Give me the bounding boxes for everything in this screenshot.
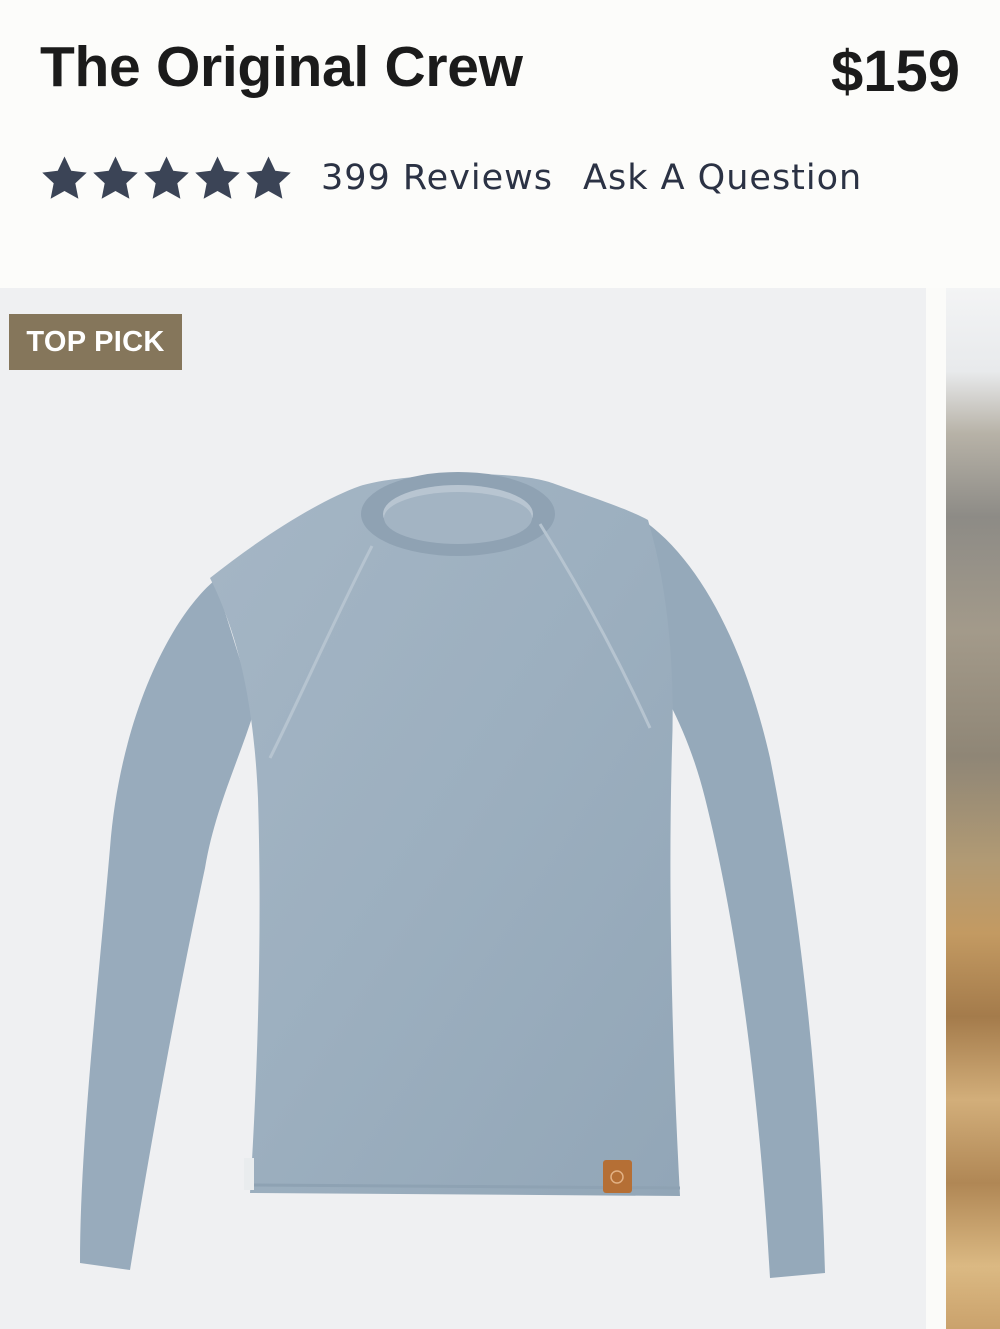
reviews-link[interactable]: 399 Reviews [321,158,553,198]
product-image-carousel[interactable]: TOP PICK [0,288,1000,1329]
star-icon [42,155,87,199]
product-image-next[interactable] [946,288,1000,1329]
star-icon [93,155,138,199]
product-price: $159 [830,39,960,104]
product-image-main[interactable]: TOP PICK [0,288,926,1329]
rating-row: 399 Reviews Ask A Question [40,150,862,206]
product-header: The Original Crew $159 399 Reviews Ask A… [0,0,1000,288]
sweater-image [80,472,825,1278]
star-rating[interactable] [40,154,293,203]
top-pick-badge: TOP PICK [9,314,182,370]
star-icon [246,155,291,199]
ask-question-link[interactable]: Ask A Question [583,158,862,198]
star-icon [195,155,240,199]
product-title: The Original Crew [40,35,523,99]
star-icon [144,155,189,199]
